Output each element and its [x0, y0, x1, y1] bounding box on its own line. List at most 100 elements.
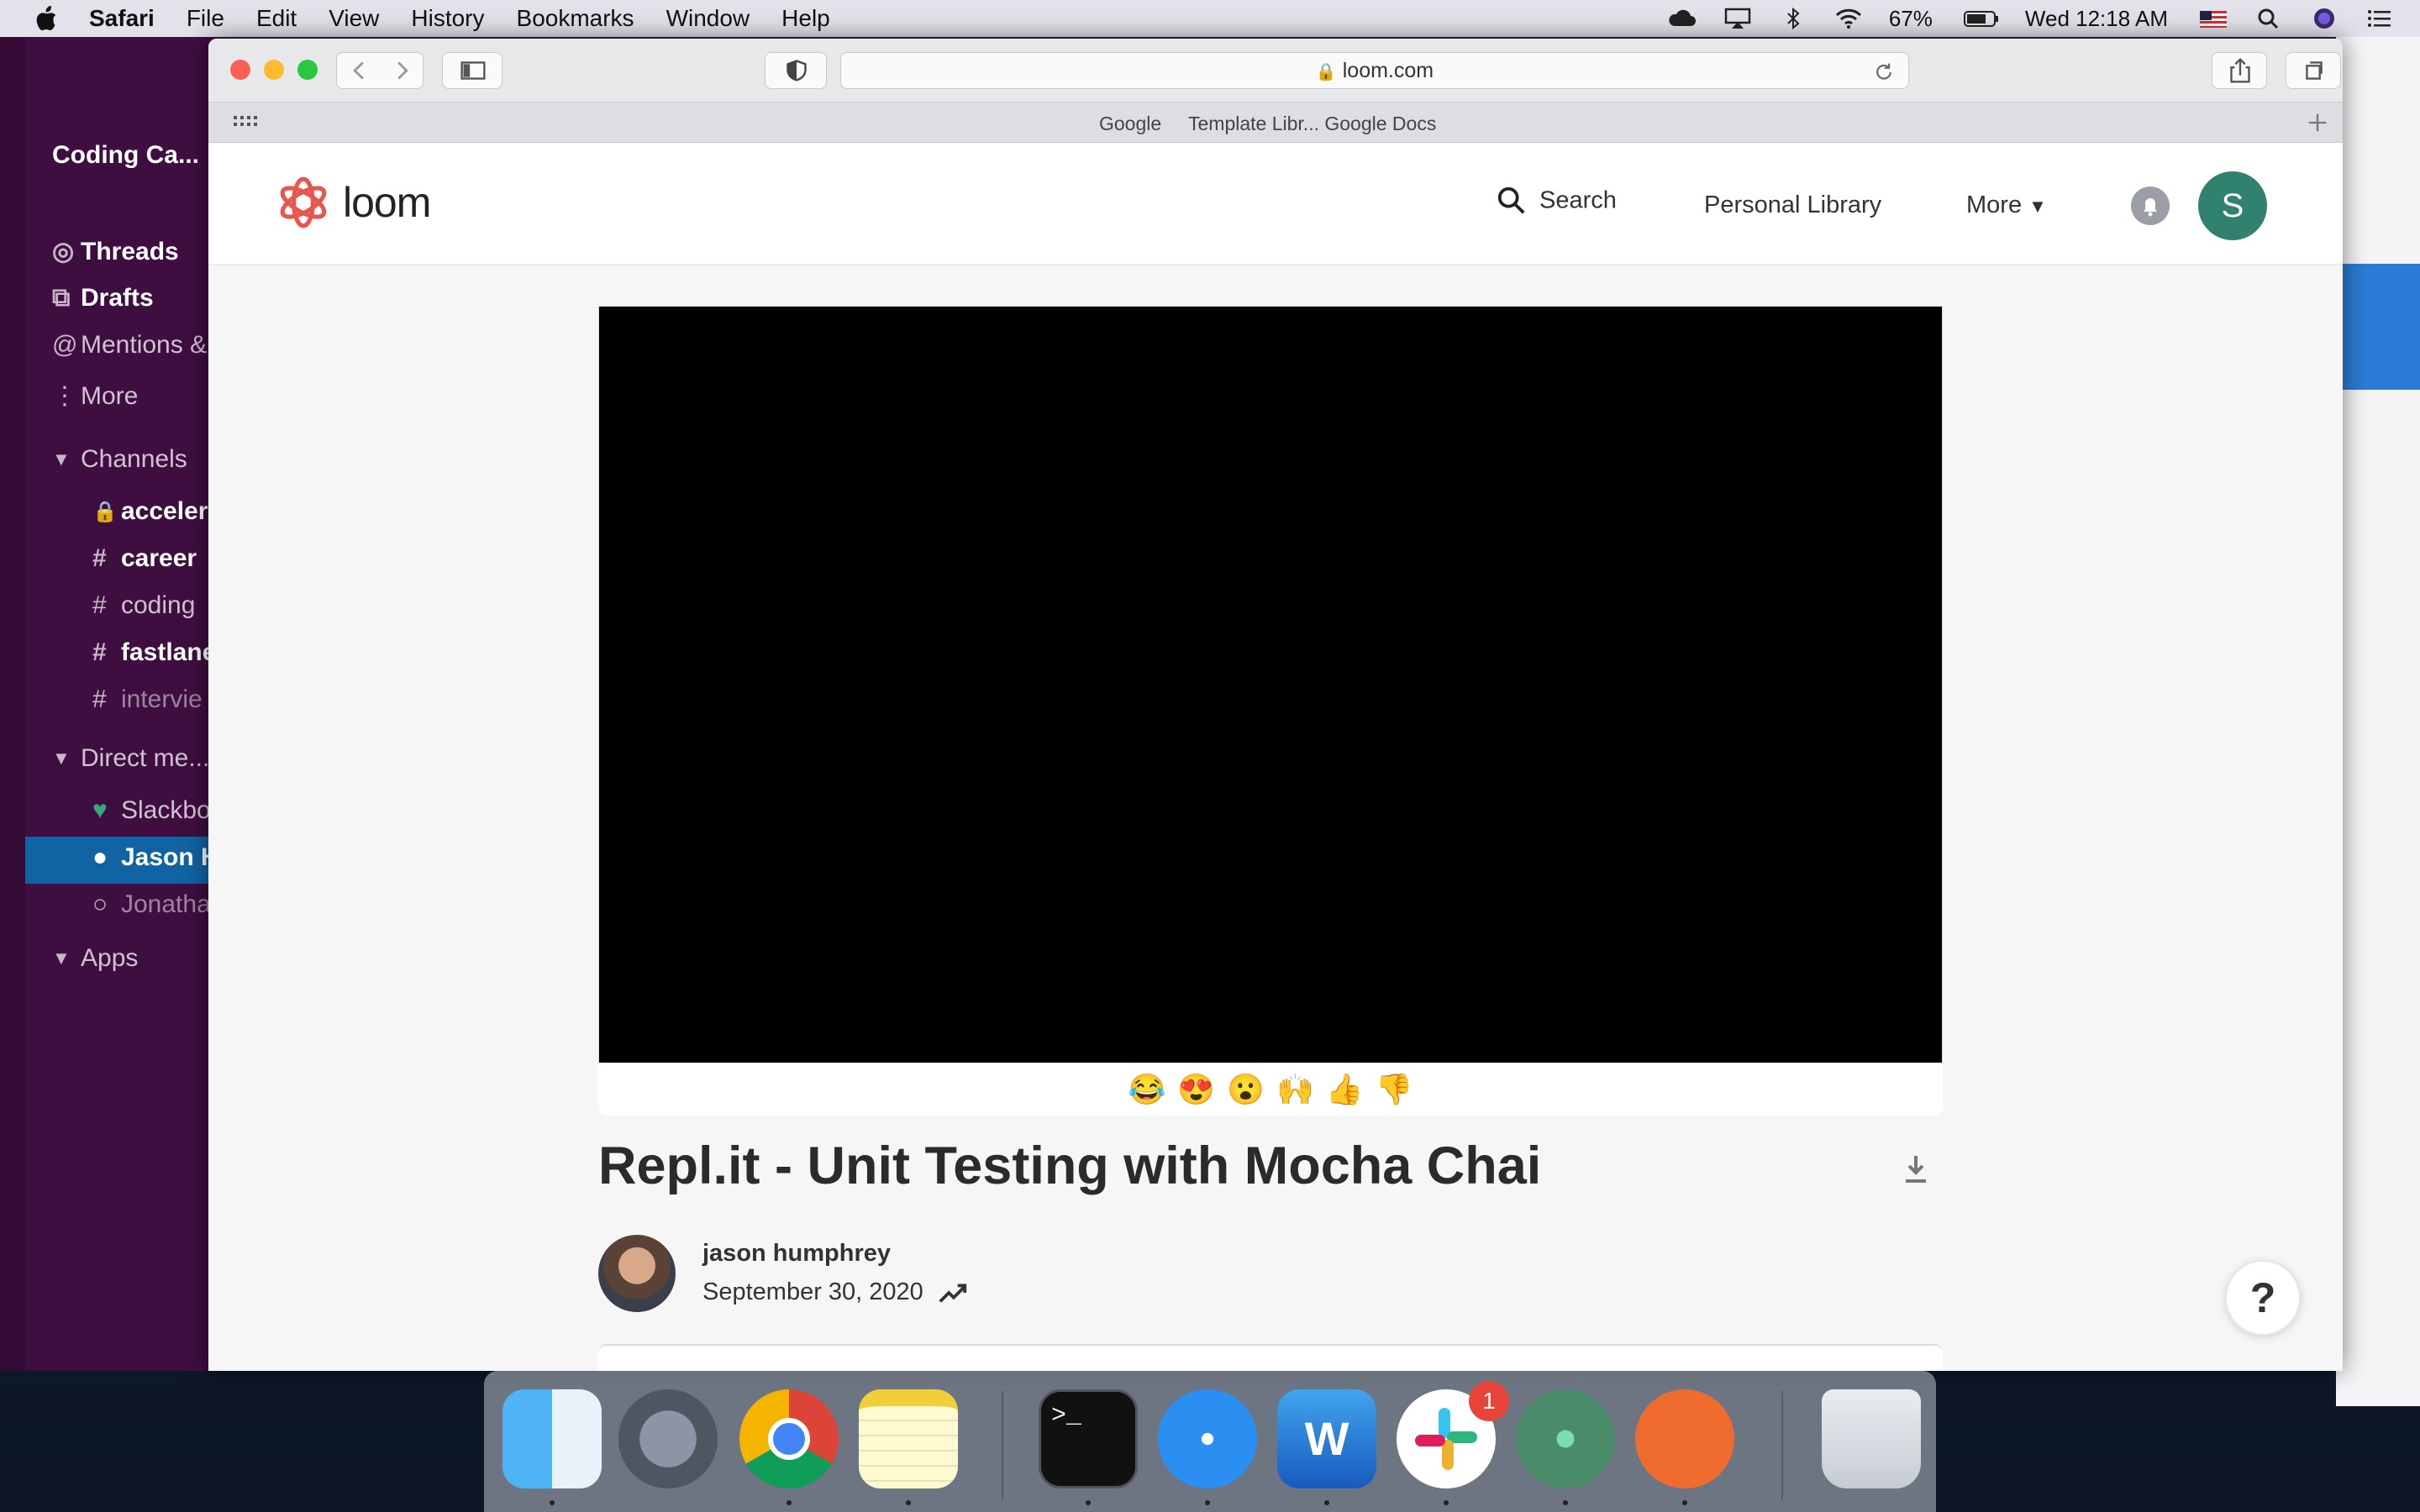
- favorite-template-library[interactable]: Template Libr... Google Docs: [1188, 113, 1436, 135]
- zoom-button[interactable]: [297, 60, 318, 80]
- forward-icon[interactable]: [381, 53, 424, 88]
- drafts-icon: ⧉: [52, 284, 71, 312]
- privacy-report-button[interactable]: [765, 52, 827, 89]
- channel-name: career: [121, 544, 197, 572]
- menu-window[interactable]: Window: [666, 0, 750, 37]
- menu-history[interactable]: History: [411, 0, 484, 37]
- slack-mentions-label: Mentions &: [81, 331, 208, 359]
- slack-drafts[interactable]: ⧉ Drafts: [52, 284, 154, 312]
- menu-edit[interactable]: Edit: [256, 0, 297, 37]
- loom-header: loom Search Personal Library More ▼ S: [208, 143, 2343, 265]
- chrome-center: [768, 1418, 810, 1460]
- shield-icon: [786, 60, 807, 81]
- heart-icon: ♥: [92, 796, 108, 824]
- running-indicator: [1563, 1500, 1568, 1505]
- spotlight-search-icon[interactable]: [2254, 8, 2284, 29]
- launchpad-icon[interactable]: [618, 1389, 718, 1488]
- running-indicator: [786, 1500, 792, 1505]
- notifications-bell[interactable]: [2131, 186, 2170, 225]
- slack-threads[interactable]: ◎ Threads: [52, 237, 179, 266]
- grid-icon[interactable]: [232, 111, 257, 136]
- running-indicator: [1086, 1500, 1091, 1505]
- slack-dm-header[interactable]: ▼ Direct me...: [52, 744, 209, 773]
- reaction-surprised[interactable]: 😮: [1227, 1072, 1265, 1107]
- channel-item[interactable]: 🔒 accelera: [92, 497, 218, 526]
- back-icon[interactable]: [337, 53, 381, 88]
- channel-item[interactable]: # career: [92, 544, 197, 573]
- channel-item[interactable]: # coding: [92, 591, 195, 620]
- sidebar-toggle-button[interactable]: [442, 52, 502, 89]
- help-button[interactable]: ?: [2225, 1260, 2301, 1336]
- dm-item[interactable]: ○ Jonatha: [92, 890, 211, 919]
- more-dropdown[interactable]: More ▼: [1966, 192, 2047, 219]
- battery-icon[interactable]: [1963, 8, 2000, 29]
- bell-icon: [2144, 198, 2157, 217]
- menu-help[interactable]: Help: [781, 0, 830, 37]
- reaction-thumbs-up[interactable]: 👍: [1326, 1072, 1364, 1107]
- loom-logo-icon: [280, 176, 327, 228]
- author-name[interactable]: jason humphrey: [702, 1240, 891, 1268]
- safari-icon[interactable]: [1158, 1389, 1257, 1488]
- siri-icon[interactable]: [2309, 8, 2339, 29]
- slack-mentions[interactable]: @ Mentions &: [52, 331, 207, 360]
- trending-up-icon[interactable]: [937, 1280, 969, 1305]
- slack-sidebar: Coding Ca... ◎ Threads ⧉ Drafts @ Mentions …: [0, 37, 218, 1371]
- user-avatar[interactable]: S: [2198, 171, 2267, 240]
- close-button[interactable]: [230, 60, 250, 80]
- notification-center-icon[interactable]: [2365, 8, 2395, 29]
- running-indicator: [906, 1500, 911, 1505]
- chrome-icon[interactable]: [739, 1389, 839, 1488]
- clock[interactable]: Wed 12:18 AM: [2025, 6, 2168, 32]
- cloud-icon[interactable]: [1667, 8, 1697, 29]
- menu-bookmarks[interactable]: Bookmarks: [517, 0, 634, 37]
- terminal-icon[interactable]: >_: [1039, 1389, 1138, 1488]
- loom-logo[interactable]: loom: [276, 175, 431, 230]
- dock-separator: [1781, 1391, 1783, 1500]
- hash-icon: #: [92, 685, 107, 713]
- share-button[interactable]: [2212, 52, 2267, 89]
- finder-icon[interactable]: [502, 1389, 602, 1488]
- bluetooth-icon[interactable]: [1778, 8, 1808, 29]
- slack-workspace-name[interactable]: Coding Ca...: [52, 141, 199, 170]
- menu-app-name[interactable]: Safari: [89, 0, 155, 37]
- us-flag-icon[interactable]: [2198, 8, 2228, 29]
- slack-channels-header[interactable]: ▼ Channels: [52, 445, 187, 474]
- reaction-raised-hands[interactable]: 🙌: [1276, 1072, 1314, 1107]
- channel-item[interactable]: # intervie: [92, 685, 203, 714]
- channel-item[interactable]: # fastlane: [92, 638, 216, 667]
- postman-icon[interactable]: [1635, 1389, 1734, 1488]
- dock: >_ W: [484, 1371, 1936, 1512]
- menu-view[interactable]: View: [329, 0, 379, 37]
- presence-away-icon: ○: [92, 890, 108, 918]
- menu-file[interactable]: File: [187, 0, 224, 37]
- slack-more[interactable]: ⋮ More: [52, 381, 138, 411]
- apple-icon[interactable]: [34, 5, 59, 32]
- personal-library-link[interactable]: Personal Library: [1704, 192, 1881, 219]
- dm-item-selected[interactable]: ● Jason H: [92, 843, 218, 872]
- threads-icon: ◎: [52, 238, 75, 265]
- dm-item[interactable]: ♥ Slackbo: [92, 796, 211, 825]
- trash-icon[interactable]: [1822, 1389, 1921, 1488]
- wifi-icon[interactable]: [1833, 8, 1864, 29]
- reload-icon[interactable]: [1873, 61, 1895, 83]
- slack-apps-header[interactable]: ▼ Apps: [52, 944, 138, 973]
- minimize-button[interactable]: [264, 60, 284, 80]
- address-bar[interactable]: 🔒 loom.com: [840, 52, 1909, 89]
- reaction-laugh[interactable]: 😂: [1128, 1072, 1166, 1107]
- dock-separator: [1002, 1391, 1003, 1500]
- safari-toolbar: 🔒 loom.com: [208, 39, 2343, 102]
- word-icon[interactable]: W: [1277, 1389, 1376, 1488]
- notes-icon[interactable]: [859, 1389, 958, 1488]
- atom-icon[interactable]: [1516, 1389, 1615, 1488]
- reaction-heart-eyes[interactable]: 😍: [1177, 1072, 1215, 1107]
- author-avatar[interactable]: [598, 1235, 676, 1312]
- airplay-icon[interactable]: [1723, 8, 1753, 29]
- slack-threads-label: Threads: [81, 237, 179, 265]
- new-tab-icon[interactable]: [2306, 111, 2329, 134]
- favorite-google[interactable]: Google: [1099, 113, 1161, 135]
- tabs-overview-button[interactable]: [2286, 52, 2341, 89]
- reaction-thumbs-down[interactable]: 👎: [1376, 1072, 1413, 1107]
- search-button[interactable]: Search: [1496, 185, 1617, 217]
- video-player[interactable]: [598, 306, 1943, 1063]
- download-icon[interactable]: [1899, 1151, 1933, 1188]
